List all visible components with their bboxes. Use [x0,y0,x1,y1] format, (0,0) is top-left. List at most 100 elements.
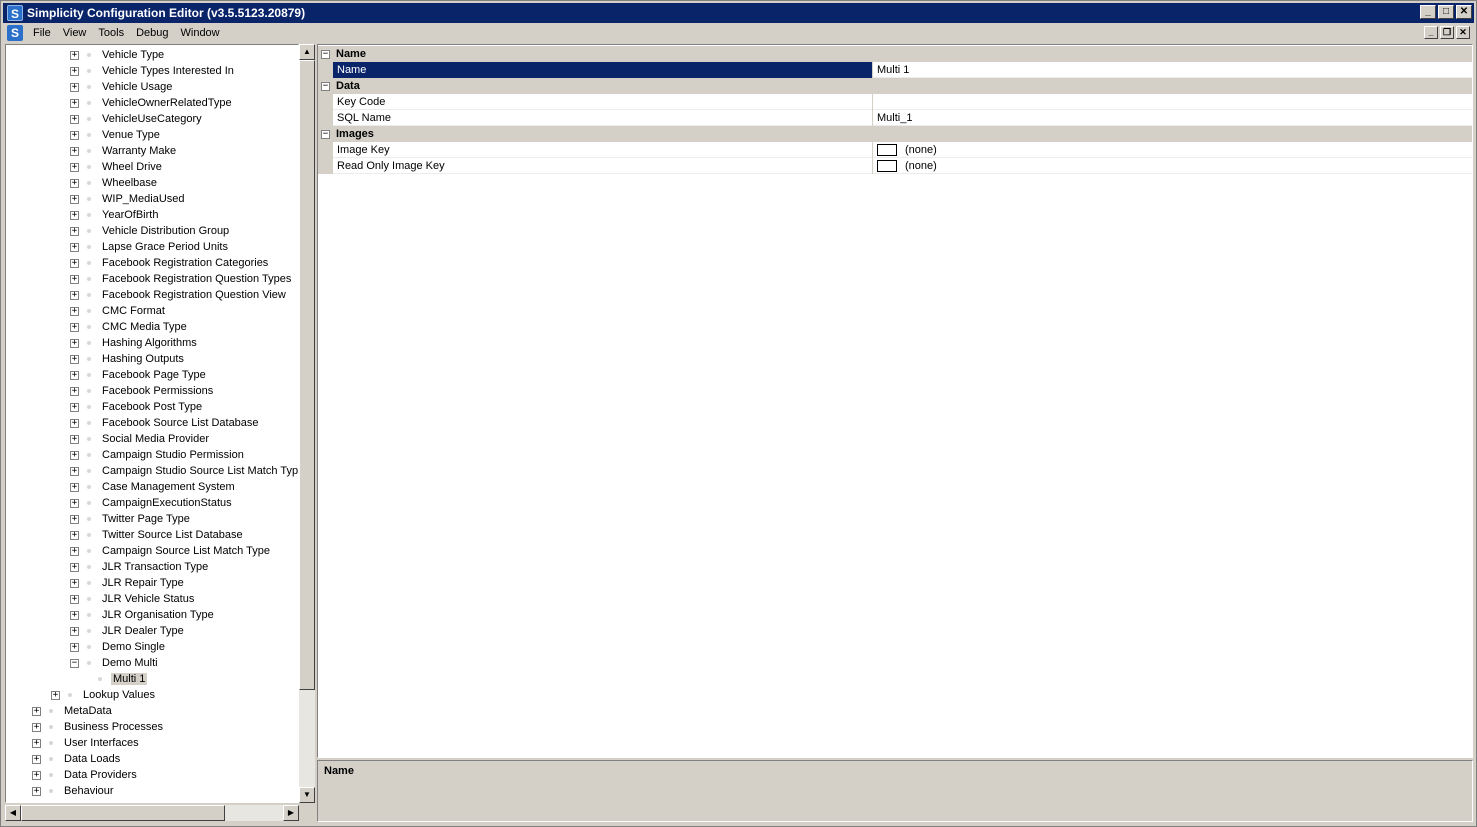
property-category[interactable]: − Data [318,78,1472,94]
property-row[interactable]: Name Multi 1 [318,62,1472,78]
tree-item-label[interactable]: JLR Vehicle Status [100,593,196,605]
tree-item[interactable]: + Behaviour [32,783,116,799]
tree-item[interactable]: + Case Management System [70,479,237,495]
expand-icon[interactable]: + [70,290,79,300]
tree-item[interactable]: + Twitter Page Type [70,511,192,527]
tree-item[interactable]: + Facebook Registration Categories [70,255,270,271]
menu-view[interactable]: View [57,27,93,39]
tree-item-label[interactable]: Vehicle Types Interested In [100,65,236,77]
child-close-button[interactable]: ✕ [1456,26,1470,39]
expand-icon[interactable]: + [32,722,41,732]
tree-item[interactable]: + Facebook Registration Question Types [70,271,293,287]
tree-item-label[interactable]: Twitter Source List Database [100,529,245,541]
tree-item-label[interactable]: Social Media Provider [100,433,211,445]
menu-file[interactable]: File [27,27,57,39]
property-row[interactable]: SQL Name Multi_1 [318,110,1472,126]
tree-item-label[interactable]: Wheel Drive [100,161,164,173]
property-category[interactable]: − Name [318,46,1472,62]
tree-item[interactable]: + User Interfaces [32,735,141,751]
expand-icon[interactable]: + [32,803,41,804]
tree-item[interactable]: + JLR Transaction Type [70,559,210,575]
expand-icon[interactable]: + [70,482,79,492]
tree-item[interactable]: + Vehicle Distribution Group [70,223,231,239]
property-name[interactable]: Image Key [333,142,873,158]
tree-item[interactable]: + Hashing Outputs [70,351,186,367]
tree-item[interactable]: + CMC Media Type [70,319,189,335]
tree-item[interactable]: + Warranty Make [70,143,178,159]
expand-icon[interactable]: + [32,770,41,780]
tree-item[interactable]: + Facebook Source List Database [70,415,261,431]
collapse-icon[interactable]: − [321,49,330,59]
tree-item-label[interactable]: Wheelbase [100,177,159,189]
tree-item-label[interactable]: YearOfBirth [100,209,160,221]
tree-item-label[interactable]: Venue Type [100,129,162,141]
tree-item-label[interactable]: Lapse Grace Period Units [100,241,230,253]
tree-item[interactable]: + CampaignExecutionStatus [70,495,234,511]
tree-item-label[interactable]: Campaign Studio Permission [100,449,246,461]
tree-item-label[interactable]: Security [62,801,106,802]
expand-icon[interactable]: + [32,738,41,748]
tree-item-label[interactable]: VehicleOwnerRelatedType [100,97,234,109]
tree-item-label[interactable]: Vehicle Type [100,49,166,61]
tree-item[interactable]: + Venue Type [70,127,162,143]
tree-item-label[interactable]: Campaign Source List Match Type [100,545,272,557]
menu-tools[interactable]: Tools [92,27,130,39]
tree-item-label[interactable]: Case Management System [100,481,237,493]
expand-icon[interactable]: + [70,626,79,636]
tree-item-label[interactable]: Facebook Registration Categories [100,257,270,269]
tree-item-label[interactable]: WIP_MediaUsed [100,193,187,205]
menu-window[interactable]: Window [175,27,226,39]
property-value[interactable] [874,94,1472,110]
tree-item[interactable]: − Demo Multi [70,655,160,671]
expand-icon[interactable]: + [51,690,60,700]
tree-item-label[interactable]: Facebook Source List Database [100,417,261,429]
expand-icon[interactable]: + [70,130,79,140]
tree-item[interactable]: + JLR Dealer Type [70,623,186,639]
tree-item[interactable]: + WIP_MediaUsed [70,191,187,207]
expand-icon[interactable]: + [70,66,79,76]
tree-item[interactable]: + Twitter Source List Database [70,527,245,543]
tree-item[interactable]: + VehicleUseCategory [70,111,204,127]
property-name[interactable]: Read Only Image Key [333,158,873,174]
property-row[interactable]: Read Only Image Key (none) [318,158,1472,174]
property-grid[interactable]: − Name Name Multi 1− Data Key Code SQL Name Mul… [317,44,1473,758]
tree-item-label[interactable]: Hashing Outputs [100,353,186,365]
expand-icon[interactable]: + [70,498,79,508]
expand-icon[interactable]: + [70,610,79,620]
tree-item[interactable]: + Hashing Algorithms [70,335,199,351]
tree-item[interactable]: + Facebook Permissions [70,383,215,399]
tree-item-label[interactable]: JLR Organisation Type [100,609,216,621]
expand-icon[interactable]: + [70,386,79,396]
expand-icon[interactable]: + [32,706,41,716]
tree-item-label[interactable]: Twitter Page Type [100,513,192,525]
tree-item-label[interactable]: JLR Dealer Type [100,625,186,637]
expand-icon[interactable]: + [70,322,79,332]
expand-icon[interactable]: + [70,114,79,124]
tree-item-label[interactable]: JLR Repair Type [100,577,186,589]
close-button[interactable]: ✕ [1456,5,1472,19]
expand-icon[interactable]: + [70,50,79,60]
tree-item-label[interactable]: Behaviour [62,785,116,797]
tree-item[interactable]: + Data Providers [32,767,139,783]
tree-item[interactable]: + Lapse Grace Period Units [70,239,230,255]
tree-item[interactable]: + MetaData [32,703,114,719]
tree-item[interactable]: + Lookup Values [51,687,157,703]
tree-item[interactable]: + JLR Repair Type [70,575,186,591]
tree-item-label[interactable]: Warranty Make [100,145,178,157]
tree-item[interactable]: + Security [32,799,106,804]
expand-icon[interactable]: + [70,274,79,284]
scroll-left-button[interactable]: ◀ [5,805,21,821]
tree-item[interactable]: + Vehicle Types Interested In [70,63,236,79]
tree-item-label[interactable]: Demo Single [100,641,167,653]
document-icon[interactable]: S [7,25,23,41]
tree-item-label[interactable]: Hashing Algorithms [100,337,199,349]
property-name[interactable]: SQL Name [333,110,873,126]
tree-item-label[interactable]: MetaData [62,705,114,717]
expand-icon[interactable]: + [32,754,41,764]
property-row[interactable]: Key Code [318,94,1472,110]
tree-item-label[interactable]: Data Loads [62,753,122,765]
tree-item[interactable]: + Vehicle Type [70,47,166,63]
tree-item[interactable]: + Data Loads [32,751,122,767]
tree-item-label[interactable]: Facebook Post Type [100,401,204,413]
tree-item-label[interactable]: CMC Media Type [100,321,189,333]
